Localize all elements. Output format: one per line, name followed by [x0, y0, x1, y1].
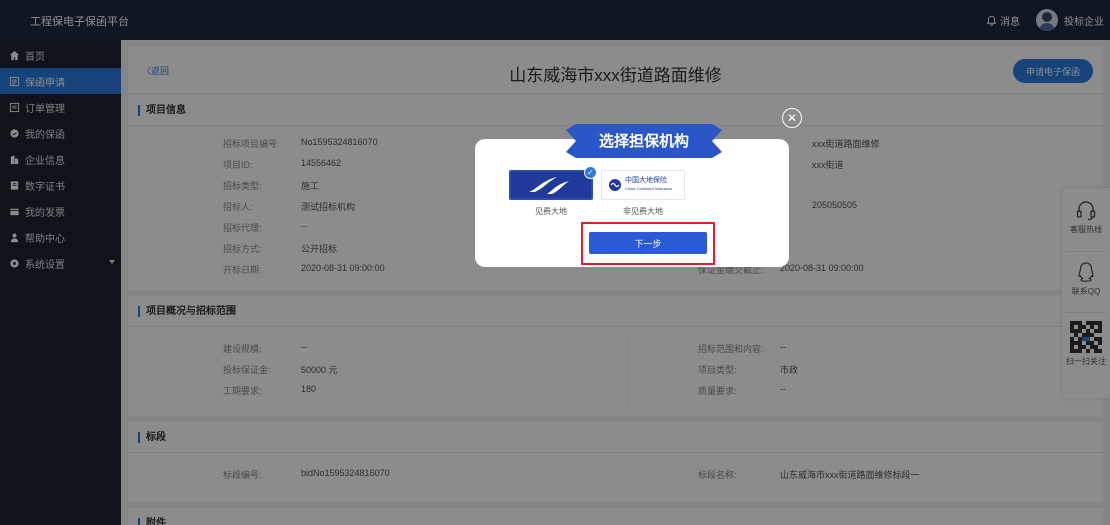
modal-title: 选择担保机构 — [598, 133, 689, 150]
annotation-highlight-box — [581, 222, 715, 265]
close-icon: ✕ — [786, 111, 798, 125]
close-modal-button[interactable]: ✕ — [782, 108, 802, 128]
insurer-option-direct-label: 见费大地 — [535, 207, 567, 216]
insurer-logo-en: China Continent Insurance — [625, 186, 673, 191]
insurer-option-direct[interactable]: ✓ — [509, 166, 597, 200]
insurer-logo-icon — [511, 172, 591, 198]
insurer-option-indirect-label: 非见费大地 — [623, 207, 663, 216]
check-icon: ✓ — [584, 166, 597, 179]
insurer-logo-cn: 中国大地保险 — [625, 177, 667, 184]
continent-insurance-logo-icon — [609, 179, 621, 191]
insurer-option-indirect[interactable]: 中国大地保险 China Continent Insurance — [601, 170, 685, 200]
